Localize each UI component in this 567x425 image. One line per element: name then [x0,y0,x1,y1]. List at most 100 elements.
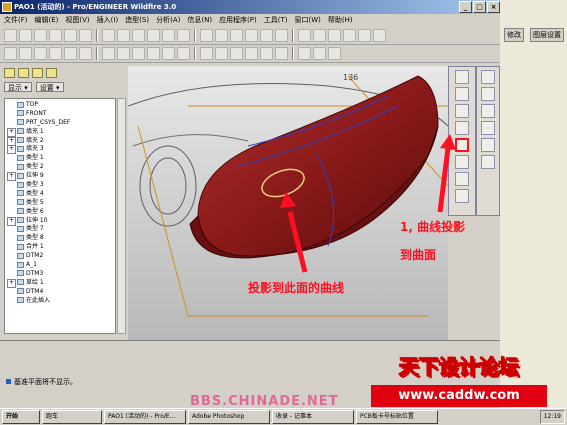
toolbar-tool-icon[interactable] [34,29,47,42]
view-tool-icon[interactable] [298,47,311,60]
tree-scrollbar[interactable] [117,98,126,334]
axis-tool-icon[interactable] [455,155,469,169]
toolbar-tool-icon[interactable] [230,29,243,42]
toolbar-tool-icon[interactable] [177,29,190,42]
taskbar-item[interactable]: 跑车 [42,410,102,424]
menu-item[interactable]: 分析(A) [156,14,180,27]
select-arrow-icon[interactable] [455,70,469,84]
favorites-tab-icon[interactable] [32,68,43,78]
modify-tab[interactable]: 修改 [504,28,524,42]
tree-item[interactable]: PRT_CSYS_DEF [5,119,115,128]
show-dropdown[interactable]: 显示 ▾ [4,82,32,92]
toolbar-tool-icon[interactable] [64,29,77,42]
tree-item[interactable]: 合并 1 [5,243,115,252]
toolbar-tool-icon[interactable] [245,29,258,42]
toolbar-tool-icon[interactable] [200,29,213,42]
menu-item[interactable]: 窗口(W) [295,14,321,27]
curve-tool-icon[interactable] [455,104,469,118]
wave-curve-icon[interactable] [481,70,495,84]
tree-item[interactable]: 拉伸 10 [5,216,115,226]
confirm-check-icon[interactable] [455,189,469,203]
taskbar-item[interactable]: PCB板卡号标贴位置 [356,410,438,424]
view-tool-icon[interactable] [177,47,190,60]
project-tool-icon[interactable] [455,138,469,152]
tree-item[interactable]: FRONT [5,110,115,119]
datum-plane-tool-icon[interactable] [455,87,469,101]
tree-item[interactable]: 类型 2 [5,163,115,172]
toolbar-tool-icon[interactable] [162,29,175,42]
view-tool-icon[interactable] [162,47,175,60]
toolbar-tool-icon[interactable] [132,29,145,42]
menu-item[interactable]: 应用程序(P) [219,14,257,27]
tree-item[interactable]: 填充 1 [5,127,115,137]
graphics-viewport[interactable]: 136 [128,66,448,340]
maximize-button[interactable]: □ [473,1,486,13]
view-tool-icon[interactable] [49,47,62,60]
toolbar-tool-icon[interactable] [49,29,62,42]
tree-item[interactable]: 草绘 1 [5,278,115,288]
view-tool-icon[interactable] [64,47,77,60]
toolbar-tool-icon[interactable] [260,29,273,42]
menu-item[interactable]: 工具(T) [264,14,288,27]
toolbar-tool-icon[interactable] [298,29,311,42]
settings-dropdown[interactable]: 设置 ▾ [35,82,64,92]
view-tool-icon[interactable] [200,47,213,60]
toolbar-tool-icon[interactable] [4,29,17,42]
view-tool-icon[interactable] [313,47,326,60]
tree-item[interactable]: 填充 3 [5,145,115,155]
view-tool-icon[interactable] [260,47,273,60]
view-tool-icon[interactable] [245,47,258,60]
toolbar-tool-icon[interactable] [102,29,115,42]
taskbar-item[interactable]: PAO1 (活动的) - Pro/E... [104,410,186,424]
sketch-tool-icon[interactable] [455,121,469,135]
tree-item[interactable]: DTM4 [5,288,115,297]
trim-tool-icon[interactable] [481,138,495,152]
menu-item[interactable]: 帮助(H) [328,14,353,27]
toolbar-tool-icon[interactable] [275,29,288,42]
tree-item[interactable]: 类型 1 [5,154,115,163]
taskbar-item[interactable]: 收录 - 记事本 [272,410,354,424]
tree-item[interactable]: 类型 8 [5,234,115,243]
view-tool-icon[interactable] [117,47,130,60]
layer-settings-tab[interactable]: 图层设置 [530,28,564,42]
view-tool-icon[interactable] [102,47,115,60]
toolbar-tool-icon[interactable] [79,29,92,42]
tree-item[interactable]: TOP [5,101,115,110]
toolbar-tool-icon[interactable] [313,29,326,42]
start-button[interactable]: 开始 [2,410,40,424]
view-tool-icon[interactable] [4,47,17,60]
toolbar-tool-icon[interactable] [343,29,356,42]
folder-browser-tab-icon[interactable] [18,68,29,78]
view-tool-icon[interactable] [215,47,228,60]
menu-item[interactable]: 视图(V) [65,14,89,27]
toolbar-tool-icon[interactable] [19,29,32,42]
connections-tab-icon[interactable] [46,68,57,78]
toolbar-tool-icon[interactable] [373,29,386,42]
tree-item[interactable]: 类型 5 [5,199,115,208]
view-tool-icon[interactable] [34,47,47,60]
menu-item[interactable]: 文件(F) [4,14,28,27]
tree-item[interactable]: 在此插入 [5,297,115,306]
tree-item[interactable]: DTM3 [5,270,115,279]
model-tree-tab-icon[interactable] [4,68,15,78]
tree-item[interactable]: 拉伸 9 [5,172,115,182]
view-tool-icon[interactable] [132,47,145,60]
toolbar-tool-icon[interactable] [117,29,130,42]
line-tool-icon[interactable] [481,104,495,118]
view-tool-icon[interactable] [230,47,243,60]
toolbar-tool-icon[interactable] [215,29,228,42]
toolbar-tool-icon[interactable] [147,29,160,42]
tree-item[interactable]: 类型 7 [5,225,115,234]
tree-item[interactable]: 类型 3 [5,181,115,190]
point-tool-icon[interactable] [455,172,469,186]
close-button[interactable]: × [487,1,500,13]
view-tool-icon[interactable] [328,47,341,60]
menu-item[interactable]: 信息(N) [187,14,212,27]
toolbar-tool-icon[interactable] [358,29,371,42]
menu-item[interactable]: 造型(S) [125,14,149,27]
tree-item[interactable]: DTM2 [5,252,115,261]
view-tool-icon[interactable] [19,47,32,60]
view-tool-icon[interactable] [147,47,160,60]
spline-tool-icon[interactable] [481,121,495,135]
view-tool-icon[interactable] [275,47,288,60]
